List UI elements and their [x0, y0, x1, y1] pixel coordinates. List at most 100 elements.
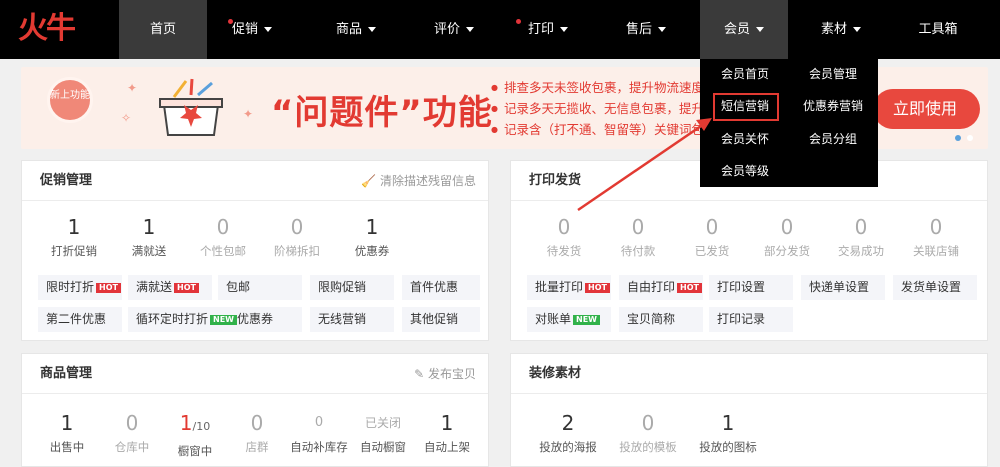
nav-label: 商品 [335, 22, 362, 37]
stat-value: 1 [142, 215, 156, 239]
stat-label: 出售中 [49, 440, 85, 454]
chip-item-alias[interactable]: 宝贝简称 [619, 307, 703, 332]
carousel-dot[interactable] [955, 135, 961, 141]
chip-other[interactable]: 其他促销 [402, 307, 480, 332]
notice-dot [228, 19, 233, 24]
nav-label: 售后 [625, 22, 652, 37]
stat-label: 优惠券 [354, 244, 390, 258]
stat-auto-list[interactable]: 1 自动上架 [412, 410, 482, 455]
stat-value: 0 [125, 411, 139, 435]
top-nav: 火牛 首页 促销 商品 评价 打印 售后 会员 素材 工具箱 [0, 0, 1000, 59]
chip-label: 限时打折 [46, 280, 95, 294]
chip-free-print[interactable]: 自由打印 HOT [619, 275, 703, 300]
chip-first-item[interactable]: 首件优惠 [402, 275, 480, 300]
stat-value: 0 [641, 411, 655, 435]
chip-statement[interactable]: 对账单 NEW [527, 307, 611, 332]
stat-in-warehouse[interactable]: 0 仓库中 [97, 410, 167, 455]
stat-icons[interactable]: 1 投放的图标 [691, 410, 765, 455]
stat-linked-shops[interactable]: 0 关联店铺 [899, 214, 973, 259]
stat-label: 待付款 [620, 244, 656, 258]
stat-value: 1 [60, 411, 74, 435]
stat-label: 投放的海报 [539, 440, 597, 454]
carousel-dot[interactable] [967, 135, 973, 141]
stat-posters[interactable]: 2 投放的海报 [531, 410, 605, 455]
nav-aftersale[interactable]: 售后 [602, 0, 690, 59]
chip-batch-print[interactable]: 批量打印 HOT [527, 275, 611, 300]
panel-title: 促销管理 [40, 173, 93, 188]
new-tag: NEW [573, 315, 600, 325]
nav-toolbox[interactable]: 工具箱 [893, 0, 983, 59]
sparkle-icon: ✧ [121, 111, 132, 125]
nav-home[interactable]: 首页 [119, 0, 207, 59]
nav-member[interactable]: 会员 [700, 0, 788, 59]
chip-limit-buy[interactable]: 限购促销 [310, 275, 394, 300]
hot-tag: HOT [585, 283, 610, 293]
stat-templates[interactable]: 0 投放的模板 [611, 410, 685, 455]
stat-success[interactable]: 0 交易成功 [824, 214, 898, 259]
stat-to-pay[interactable]: 0 待付款 [601, 214, 675, 259]
decor-panel: 装修素材 2 投放的海报 0 投放的模板 1 投放的图标 [510, 353, 988, 467]
stat-label: 投放的模板 [619, 440, 677, 454]
chip-print-settings[interactable]: 打印设置 [709, 275, 793, 300]
menu-item-member-level[interactable]: 会员等级 [705, 161, 785, 181]
stat-tiered[interactable]: 0 阶梯拆扣 [260, 214, 334, 259]
nav-goods[interactable]: 商品 [312, 0, 400, 59]
stat-on-sale[interactable]: 1 出售中 [32, 410, 102, 455]
stat-shop-group[interactable]: 0 店群 [222, 410, 292, 455]
nav-print[interactable]: 打印 [504, 0, 592, 59]
chip-label: 宝贝简称 [627, 312, 676, 326]
stat-value: 0 [631, 215, 645, 239]
nav-label: 素材 [820, 22, 847, 37]
edit-icon: ✎ [414, 367, 425, 381]
menu-item-coupon-marketing[interactable]: 优惠券营销 [793, 96, 873, 116]
chip-timed-discount[interactable]: 限时打折 HOT [38, 275, 122, 300]
chip-cyclic-discount[interactable]: 循环定时打折 NEW 优惠券 [128, 307, 302, 332]
promo-panel: 促销管理 🧹 清除描述残留信息 1 打折促销 1 满就送 0 个性包邮 0 阶梯拆扣 1… [21, 160, 489, 341]
new-feature-badge: 新上功能 [47, 77, 93, 123]
logo[interactable]: 火牛 [18, 10, 88, 48]
nav-review[interactable]: 评价 [410, 0, 498, 59]
stat-shipped[interactable]: 0 已发货 [675, 214, 749, 259]
stat-free-shipping[interactable]: 0 个性包邮 [186, 214, 260, 259]
chip-print-log[interactable]: 打印记录 [709, 307, 793, 332]
stat-coupon[interactable]: 1 优惠券 [335, 214, 409, 259]
chip-wireless[interactable]: 无线营销 [310, 307, 394, 332]
panel-title: 商品管理 [40, 366, 93, 381]
stat-label: 部分发货 [764, 244, 810, 258]
stat-discount[interactable]: 1 打折促销 [37, 214, 111, 259]
publish-item-link[interactable]: ✎ 发布宝贝 [414, 354, 476, 394]
chip-second-item[interactable]: 第二件优惠 [38, 307, 122, 332]
stat-value: 1 [365, 215, 379, 239]
menu-item-member-care[interactable]: 会员关怀 [705, 129, 785, 149]
stat-auto-restock[interactable]: 0 自动补库存 [284, 410, 354, 455]
chip-label: 循环定时打折 [136, 312, 209, 326]
stat-label: 打折促销 [51, 244, 97, 258]
clear-residual-link[interactable]: 🧹 清除描述残留信息 [361, 161, 476, 201]
banner-title: “问题件”功能 [271, 93, 493, 133]
chip-express-settings[interactable]: 快递单设置 [801, 275, 885, 300]
menu-item-member-group[interactable]: 会员分组 [793, 129, 873, 149]
stat-gift[interactable]: 1 满就送 [112, 214, 186, 259]
menu-item-member-manage[interactable]: 会员管理 [793, 64, 873, 84]
stat-auto-showcase[interactable]: 已关闭 自动橱窗 [348, 410, 418, 455]
chip-full-gift[interactable]: 满就送 HOT [128, 275, 212, 300]
chip-label: 其他促销 [410, 312, 459, 326]
panel-header: 装修素材 [511, 354, 987, 394]
chip-invoice-settings[interactable]: 发货单设置 [893, 275, 977, 300]
stat-value: 0 [216, 215, 230, 239]
menu-item-member-home[interactable]: 会员首页 [705, 64, 785, 84]
stat-label: 自动橱窗 [360, 440, 406, 454]
chip-free-shipping[interactable]: 包邮 [218, 275, 302, 300]
stat-partial[interactable]: 0 部分发货 [750, 214, 824, 259]
stat-label: 店群 [245, 440, 269, 454]
stat-showcase[interactable]: 1/10 橱窗中 [160, 410, 230, 459]
chip-label: 满就送 [136, 280, 173, 294]
stat-label: 自动上架 [424, 440, 470, 454]
use-now-button[interactable]: 立即使用 [873, 89, 980, 129]
action-label: 发布宝贝 [427, 367, 476, 381]
nav-material[interactable]: 素材 [797, 0, 885, 59]
stat-to-ship[interactable]: 0 待发货 [527, 214, 601, 259]
nav-label: 促销 [231, 22, 258, 37]
chip-label: 快递单设置 [809, 280, 870, 294]
nav-promo[interactable]: 促销 [208, 0, 296, 59]
